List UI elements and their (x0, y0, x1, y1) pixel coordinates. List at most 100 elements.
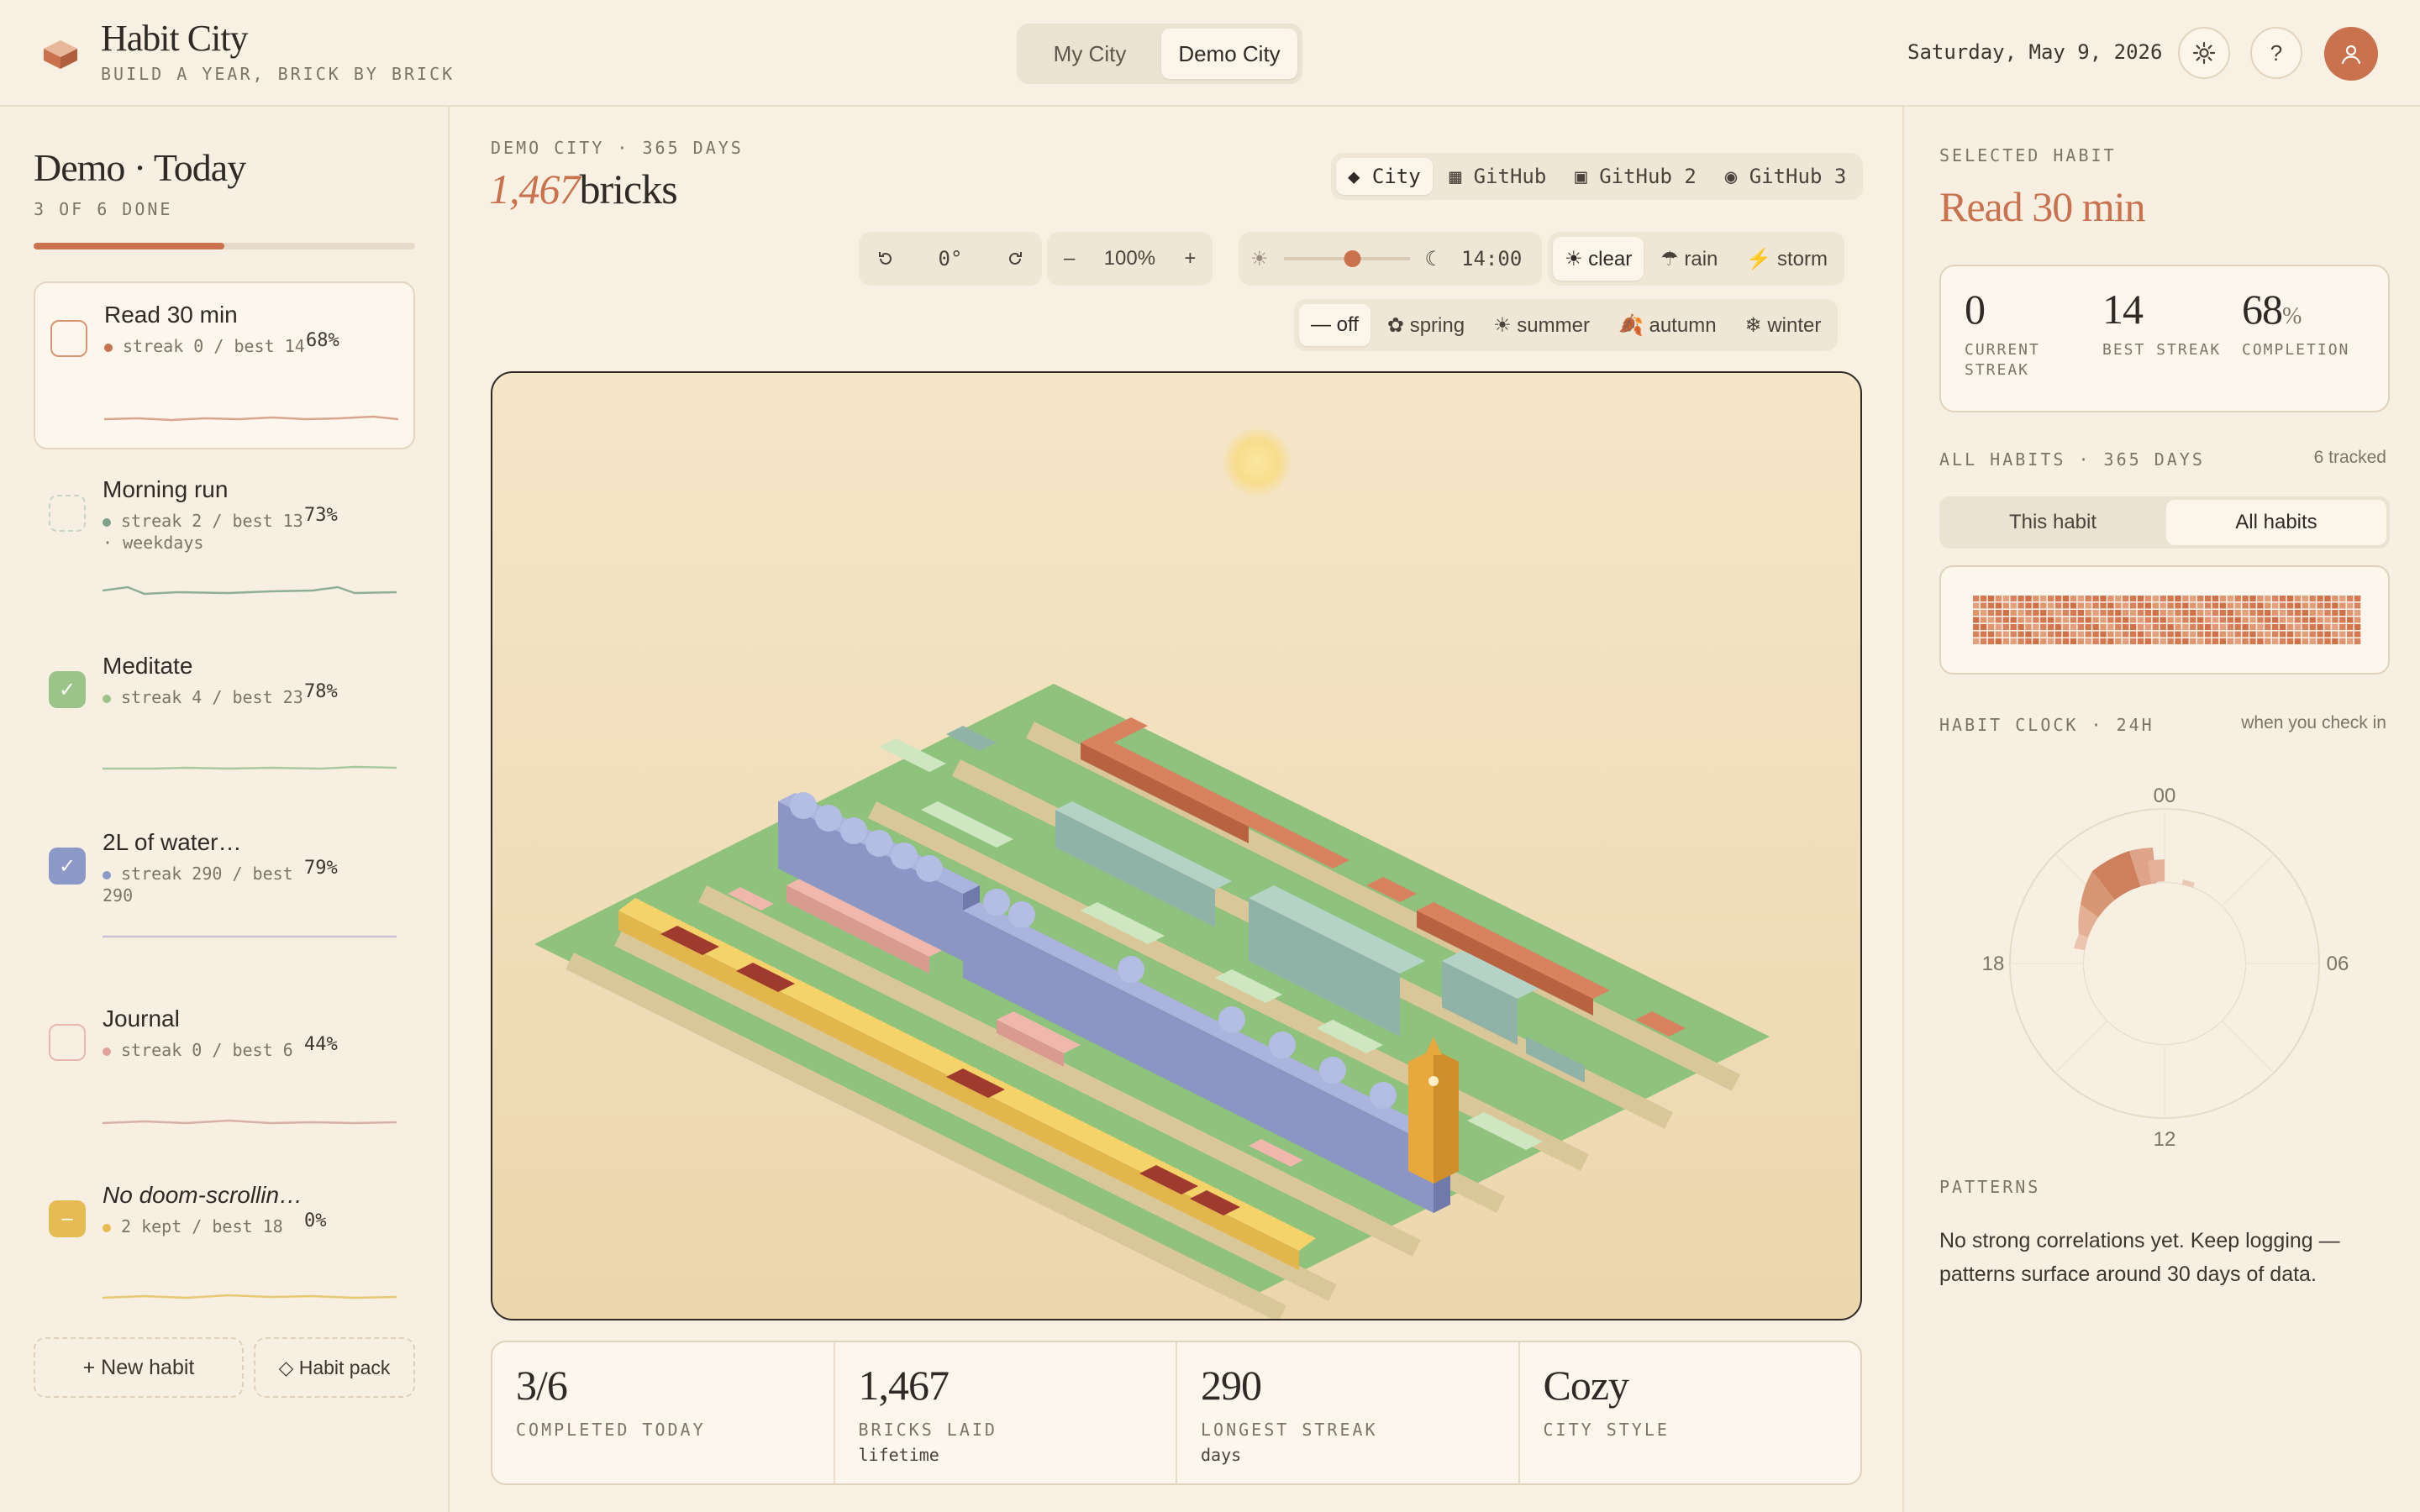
all-habits-kicker: ALL HABITS · 365 DAYS (1939, 449, 2205, 470)
habit-card-journal[interactable]: Journal streak 0 / best 6 44% (34, 987, 415, 1155)
heatmap-cell (2279, 602, 2286, 609)
heatmap-cell (1995, 610, 2002, 616)
rotate-left-button[interactable] (864, 237, 908, 281)
heatmap-cell (2048, 638, 2054, 644)
heatmap-cell (2272, 602, 2279, 609)
tab-my-city[interactable]: My City (1022, 29, 1158, 79)
heatmap-cell (2018, 617, 2024, 623)
tab-city[interactable]: ◆ City (1336, 158, 1433, 195)
weather-rain-button[interactable]: ☂ rain (1649, 237, 1729, 281)
heatmap-cell (2100, 610, 2107, 616)
city-canvas[interactable] (491, 371, 1862, 1320)
settings-button[interactable] (2178, 27, 2230, 79)
habit-checkbox[interactable] (49, 1024, 86, 1061)
heatmap-cell (2062, 596, 2070, 601)
season-winter-button[interactable]: ❄ winter (1733, 304, 1833, 346)
habit-checkbox-checked[interactable]: ✓ (49, 848, 86, 885)
habit-percent: 73% (304, 505, 338, 526)
season-summer-button[interactable]: ☀ summer (1481, 304, 1602, 346)
clock-label-06: 06 (2327, 953, 2349, 975)
stat-value: Cozy (1543, 1362, 1630, 1409)
heatmap-cell (2160, 617, 2166, 623)
heatmap-cell (2062, 638, 2070, 644)
help-button[interactable]: ? (2250, 27, 2302, 79)
habit-meta: streak 4 / best 23 (103, 686, 304, 708)
habit-checkbox-checked[interactable]: ✓ (49, 671, 86, 708)
heatmap-cell (2018, 602, 2024, 609)
heatmap-cell (2204, 631, 2212, 638)
heatmap-cell (2317, 596, 2323, 601)
heatmap-cell (2107, 602, 2114, 609)
heatmap-cell (2040, 610, 2047, 616)
tab-github[interactable]: ▦ GitHub (1438, 158, 1559, 195)
user-icon (2341, 45, 2361, 65)
heatmap-cell (2062, 610, 2070, 616)
avatar[interactable] (2324, 27, 2378, 81)
heatmap-cell (2347, 617, 2354, 623)
heatmap-cell (2249, 617, 2256, 623)
habit-card-water[interactable]: ✓ 2L of water… streak 290 / best 290 79% (34, 811, 415, 979)
heatmap-cell (2249, 624, 2256, 630)
season-autumn-button[interactable]: 🍂 autumn (1607, 304, 1728, 346)
heatmap-cell (2242, 617, 2249, 623)
habit-checkbox[interactable] (49, 495, 86, 532)
heatmap-cell (2339, 617, 2346, 623)
season-spring-button[interactable]: ✿ spring (1376, 304, 1476, 346)
heatmap-cell (2040, 617, 2047, 623)
heatmap-cell (2054, 610, 2062, 616)
heatmap-cell (2002, 638, 2009, 644)
rotation-control: 0° (859, 232, 1042, 286)
heatmap-cell (2339, 596, 2346, 601)
rotate-right-button[interactable] (993, 237, 1037, 281)
heatmap-cell (2257, 631, 2264, 638)
habit-checkbox[interactable] (50, 320, 87, 357)
zoom-out-button[interactable]: – (1052, 237, 1086, 281)
heatmap-cell (1995, 596, 2002, 601)
heatmap-cell (2182, 638, 2189, 644)
heatmap-cell (2092, 624, 2099, 630)
heatmap-cell (2204, 624, 2212, 630)
weather-clear-button[interactable]: ☀ clear (1553, 237, 1644, 281)
habit-detail-panel: SELECTED HABIT Read 30 min 0 CURRENT STR… (1902, 107, 2420, 1512)
habit-checkbox-partial[interactable]: – (49, 1200, 86, 1237)
today-subtitle: 3 OF 6 DONE (34, 199, 173, 219)
clock-label-00: 00 (2154, 785, 2176, 807)
habit-card-no-doom-scrolling[interactable]: – No doom-scrollin… 2 kept / best 18 0% (34, 1163, 415, 1331)
season-control: — off ✿ spring ☀ summer 🍂 autumn ❄ winte… (1294, 299, 1839, 351)
heatmap-cell (2085, 638, 2091, 644)
heatmap-cell (2048, 602, 2054, 609)
habit-sparkline (103, 1294, 397, 1299)
time-slider-knob[interactable] (1344, 250, 1361, 267)
new-habit-button[interactable]: + New habit (34, 1337, 244, 1398)
heatmap-cell (2286, 596, 2294, 601)
isometric-city[interactable] (492, 373, 1862, 1320)
weather-storm-button[interactable]: ⚡ storm (1734, 237, 1839, 281)
tab-github-3[interactable]: ◉ GitHub 3 (1713, 158, 1859, 195)
zoom-in-button[interactable]: + (1172, 237, 1207, 281)
heatmap-cell (2100, 617, 2107, 623)
tab-demo-city[interactable]: Demo City (1161, 29, 1297, 79)
heatmap-cell (2123, 602, 2129, 609)
heatmap-cell (2354, 596, 2361, 601)
heatmap-cell (2092, 617, 2099, 623)
heatmap-cell (2144, 610, 2152, 616)
heatmap-cell (2137, 610, 2144, 616)
heatmap-cell (1995, 631, 2002, 638)
habit-card-meditate[interactable]: ✓ Meditate streak 4 / best 23 78% (34, 634, 415, 802)
tab-github-2[interactable]: ▣ GitHub 2 (1563, 158, 1708, 195)
heatmap-cell (2040, 631, 2047, 638)
heatmap-cell (2249, 638, 2256, 644)
season-off-button[interactable]: — off (1299, 304, 1370, 346)
tab-this-habit[interactable]: This habit (1943, 500, 2163, 545)
habit-card-run[interactable]: Morning run streak 2 / best 13 · weekday… (34, 458, 415, 626)
time-slider[interactable] (1281, 237, 1413, 281)
tab-all-habits[interactable]: All habits (2166, 500, 2386, 545)
heatmap-cell (2265, 596, 2271, 601)
heatmap-cell (2219, 638, 2227, 644)
habit-card-read[interactable]: Read 30 min streak 0 / best 14 68% (34, 281, 415, 449)
heatmap-cell (2002, 617, 2009, 623)
heatmap-cell (2204, 610, 2212, 616)
habit-pack-button[interactable]: ◇ Habit pack (254, 1337, 415, 1398)
bricks-number: 1,467 (489, 165, 580, 213)
heatmap-cell (2025, 602, 2032, 609)
